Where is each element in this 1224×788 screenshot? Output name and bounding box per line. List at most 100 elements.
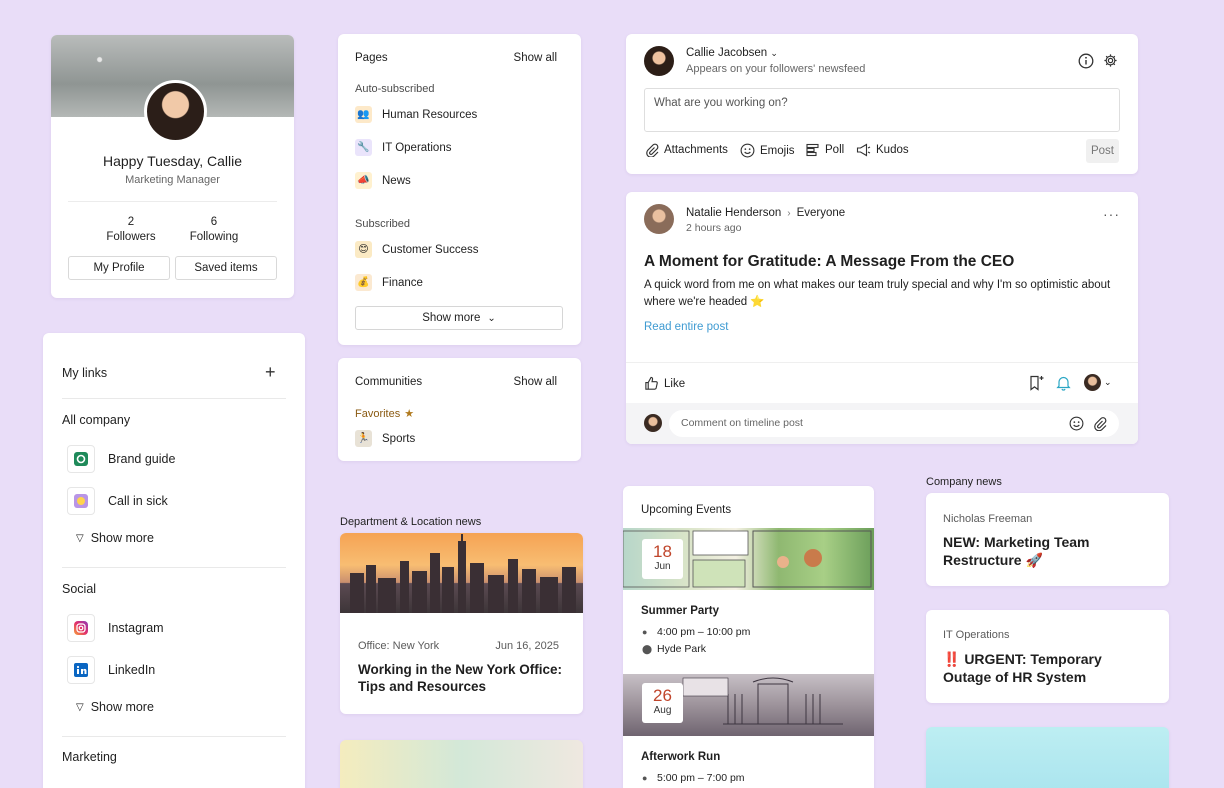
paperclip-icon[interactable] bbox=[1093, 416, 1107, 431]
post-author-line: Natalie Henderson › Everyone bbox=[686, 207, 845, 219]
page-item-customer-success[interactable]: 😊 Customer Success bbox=[355, 241, 479, 258]
profile-role: Marketing Manager bbox=[125, 174, 220, 186]
composer-author[interactable]: Callie Jacobsen ⌄ bbox=[686, 47, 778, 59]
following-stat[interactable]: 6 Following bbox=[174, 215, 254, 245]
event-image-summer-party[interactable]: 18 Jun bbox=[623, 528, 874, 590]
chevron-down-icon: ▽ bbox=[76, 701, 84, 713]
post-composer: Callie Jacobsen ⌄ Appears on your follow… bbox=[626, 34, 1138, 174]
link-item-instagram[interactable]: Instagram bbox=[67, 614, 164, 642]
saved-items-button[interactable]: Saved items bbox=[175, 256, 277, 280]
event-day: 18 bbox=[653, 542, 672, 561]
links-section-title: Social bbox=[62, 582, 97, 596]
link-item-linkedin[interactable]: LinkedIn bbox=[67, 656, 155, 684]
page-item-finance[interactable]: 💰 Finance bbox=[355, 274, 423, 291]
show-more-button[interactable]: ▽ Show more bbox=[76, 700, 154, 714]
links-section-title: Marketing bbox=[62, 750, 117, 764]
event-image-afterwork-run[interactable]: 26 Aug bbox=[623, 674, 874, 736]
reaction-avatar-dropdown[interactable]: ⌄ bbox=[1084, 374, 1112, 391]
event-location-label: Hyde Park bbox=[657, 643, 707, 655]
followers-label: Followers bbox=[106, 231, 156, 243]
avatar bbox=[644, 414, 662, 432]
link-label: LinkedIn bbox=[108, 663, 156, 677]
chevron-down-icon: ⌄ bbox=[1104, 377, 1112, 387]
pages-show-more-button[interactable]: Show more ⌄ bbox=[355, 306, 563, 330]
read-entire-post-link[interactable]: Read entire post bbox=[644, 321, 728, 333]
info-icon[interactable] bbox=[1078, 53, 1094, 69]
chevron-down-icon: ⌄ bbox=[770, 48, 778, 58]
avatar[interactable] bbox=[144, 80, 207, 143]
post-audience[interactable]: Everyone bbox=[797, 207, 846, 219]
call-in-sick-icon bbox=[67, 487, 95, 515]
community-label: Sports bbox=[382, 432, 416, 445]
kudos-label: Kudos bbox=[876, 144, 909, 156]
clock-icon: ● bbox=[642, 773, 648, 783]
bell-icon[interactable] bbox=[1056, 375, 1071, 391]
dept-news-card-2[interactable] bbox=[340, 740, 583, 788]
show-more-button[interactable]: ▽ Show more bbox=[76, 531, 154, 545]
post-title: A Moment for Gratitude: A Message From t… bbox=[644, 253, 1015, 270]
gear-icon[interactable] bbox=[1103, 53, 1118, 68]
show-more-label: Show more bbox=[90, 531, 154, 545]
communities-title: Communities bbox=[355, 376, 423, 388]
page-item-it-operations[interactable]: 🔧 IT Operations bbox=[355, 139, 451, 156]
page-item-news[interactable]: 📣 News bbox=[355, 172, 411, 189]
megaphone-icon: 📣 bbox=[355, 172, 372, 189]
emojis-button[interactable]: Emojis bbox=[740, 143, 795, 158]
composer-input[interactable]: What are you working on? bbox=[644, 88, 1120, 132]
followers-stat[interactable]: 2 Followers bbox=[91, 215, 171, 245]
following-count: 6 bbox=[210, 216, 218, 228]
company-news-card[interactable]: Nicholas Freeman NEW: Marketing Team Res… bbox=[926, 493, 1169, 586]
company-news-card[interactable]: IT Operations ‼️ URGENT: Temporary Outag… bbox=[926, 610, 1169, 703]
link-item-call-in-sick[interactable]: Call in sick bbox=[67, 487, 168, 515]
links-section-title: All company bbox=[62, 413, 131, 427]
city-skyline-image bbox=[340, 533, 583, 613]
dept-news-headline: Working in the New York Office: Tips and… bbox=[358, 662, 563, 694]
news-date: Jun 16, 2025 bbox=[495, 640, 559, 652]
my-profile-button[interactable]: My Profile bbox=[68, 256, 170, 280]
paperclip-icon bbox=[646, 143, 659, 157]
more-options-icon[interactable]: ··· bbox=[1103, 206, 1120, 222]
post-author[interactable]: Natalie Henderson bbox=[686, 207, 781, 219]
divider bbox=[62, 567, 286, 568]
page-label: Human Resources bbox=[382, 108, 478, 121]
emoji-icon[interactable] bbox=[1069, 416, 1084, 431]
avatar[interactable] bbox=[644, 204, 674, 234]
comment-input[interactable]: Comment on timeline post bbox=[669, 410, 1119, 437]
event-name[interactable]: Summer Party bbox=[641, 605, 719, 617]
instagram-icon bbox=[67, 614, 95, 642]
attachments-button[interactable]: Attachments bbox=[645, 143, 728, 157]
page-label: News bbox=[382, 174, 411, 187]
poll-button[interactable]: Poll bbox=[806, 143, 844, 157]
company-news-card[interactable] bbox=[926, 727, 1169, 788]
communities-show-all-link[interactable]: Show all bbox=[514, 376, 557, 388]
kudos-button[interactable]: Kudos bbox=[856, 143, 909, 157]
followers-count: 2 bbox=[127, 216, 135, 228]
upcoming-events-card: Upcoming Events 18 Jun Summer Party ● 4:… bbox=[623, 486, 874, 788]
composer-author-name: Callie Jacobsen bbox=[686, 47, 768, 59]
event-name[interactable]: Afterwork Run bbox=[641, 751, 720, 763]
communities-card: Communities Show all Favorites ★ 🏃 Sport… bbox=[338, 358, 581, 461]
event-location: ⬤ Hyde Park bbox=[642, 643, 706, 655]
dept-news-label: Department & Location news bbox=[340, 516, 482, 528]
bookmark-add-icon[interactable] bbox=[1029, 375, 1044, 391]
tools-icon: 🔧 bbox=[355, 139, 372, 156]
community-item-sports[interactable]: 🏃 Sports bbox=[355, 430, 415, 447]
post-button[interactable]: Post bbox=[1086, 139, 1119, 163]
people-icon: 👥 bbox=[355, 106, 372, 123]
my-links-title: My links bbox=[62, 366, 108, 380]
pages-show-all-link[interactable]: Show all bbox=[514, 52, 557, 64]
timeline-post: Natalie Henderson › Everyone 2 hours ago… bbox=[626, 192, 1138, 444]
like-button[interactable]: Like bbox=[644, 376, 685, 391]
page-item-human-resources[interactable]: 👥 Human Resources bbox=[355, 106, 477, 123]
dept-news-card[interactable]: Office: New York Jun 16, 2025 Working in… bbox=[340, 533, 583, 714]
divider bbox=[626, 362, 1138, 363]
company-news-label: Company news bbox=[926, 476, 1002, 488]
thumbs-up-icon bbox=[645, 376, 658, 390]
link-item-brand-guide[interactable]: Brand guide bbox=[67, 445, 175, 473]
emojis-label: Emojis bbox=[760, 144, 795, 157]
add-link-icon[interactable]: + bbox=[265, 363, 276, 381]
pages-title: Pages bbox=[355, 52, 388, 64]
favorites-label: Favorites bbox=[355, 407, 401, 420]
event-date-badge: 26 Aug bbox=[642, 683, 683, 723]
news-source: Nicholas Freeman bbox=[943, 513, 1033, 525]
